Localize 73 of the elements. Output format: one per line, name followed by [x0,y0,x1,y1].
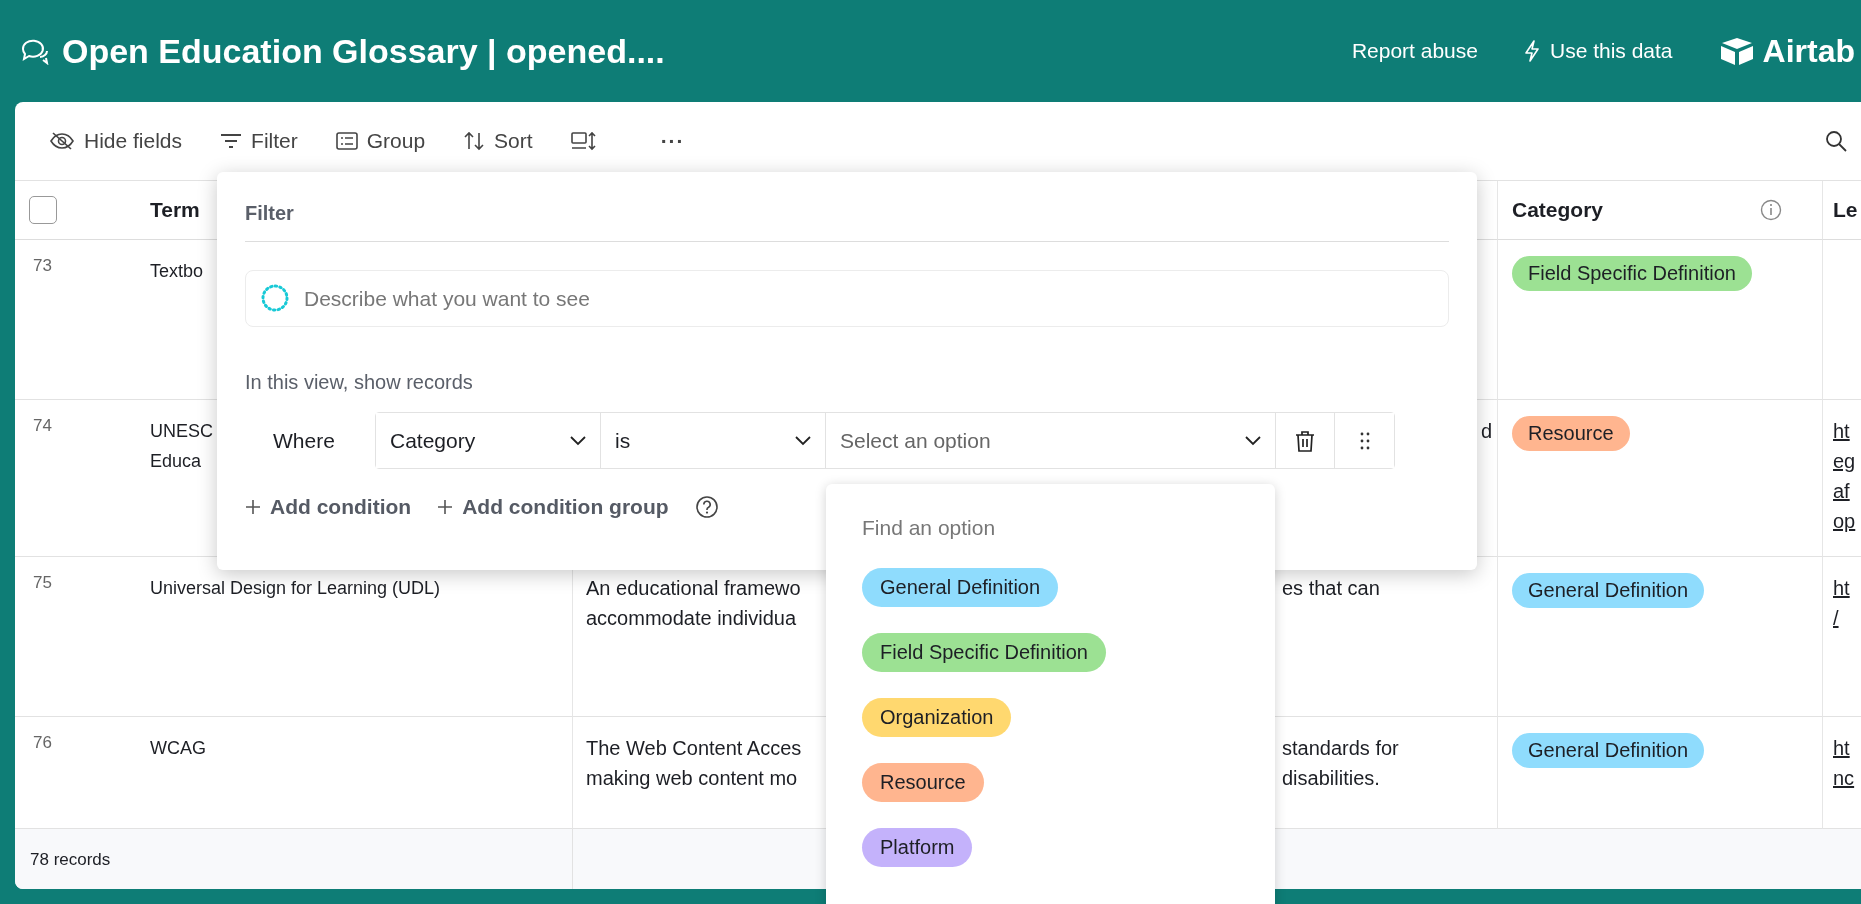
link-text[interactable]: af [1833,476,1850,506]
description-text: disabilities. [1282,766,1381,791]
link-text[interactable]: nc [1833,763,1855,793]
filter-description: In this view, show records [245,371,474,394]
column-header[interactable]: Le [1833,198,1858,222]
add-condition-button[interactable]: Add condition [245,495,412,519]
description-text: d [1480,419,1492,444]
description-text: An educational framewo [586,576,802,601]
option-tag[interactable]: General Definition [862,568,1059,607]
where-label: Where [272,428,336,453]
link-text[interactable]: / [1833,603,1839,633]
column-header[interactable]: Category [1512,198,1604,222]
chat-bubbles-icon [20,37,50,65]
option-tag[interactable]: Field Specific Definition [862,633,1106,672]
select-all-checkbox[interactable] [29,196,57,224]
description-text: accommodate individua [586,606,798,631]
eye-slash-icon [49,131,75,151]
trash-icon [1295,429,1315,452]
toolbar-button[interactable]: Group [327,123,434,159]
toolbar-button[interactable]: Sort [455,123,541,159]
term-text: Textbo [150,260,204,283]
description-text: standards for [1282,736,1399,761]
box-logo-icon [1718,36,1755,66]
term-text: Educa [150,450,202,473]
record-count: 78 records [30,849,111,870]
header-link[interactable]: Use this data [1523,39,1673,63]
field-select[interactable]: Category [376,413,601,468]
plus-icon [437,499,454,515]
more-button[interactable]: ··· [652,123,693,159]
search-icon[interactable] [1825,130,1847,152]
chevron-down-icon [1245,435,1261,446]
list-icon [335,132,358,150]
chevron-down-icon [570,435,586,446]
term-text: UNESC [150,420,213,443]
link-text[interactable]: op [1833,506,1856,536]
lightning-icon [1523,40,1540,62]
ai-filter-input[interactable]: Describe what you want to see [245,270,1449,327]
add-condition-button[interactable]: Add condition group [437,495,669,519]
row-number: 74 [33,416,52,436]
term-text: Universal Design for Learning (UDL) [150,577,441,600]
column-header[interactable]: Term [150,198,200,222]
term-text: WCAG [150,737,206,760]
category-tag: General Definition [1512,733,1705,768]
toolbar-button[interactable]: Hide fields [41,123,191,159]
description-text: making web content mo [586,766,799,791]
help-icon[interactable] [694,495,719,519]
base-title: Open Education Glossary | opened.... [62,31,665,71]
toolbar-button[interactable]: Filter [212,123,306,159]
category-tag: General Definition [1512,573,1705,608]
row-number: 75 [33,573,52,593]
header-link[interactable]: Report abuse [1351,39,1478,63]
drag-dots-icon [1359,431,1370,450]
option-tag[interactable]: Platform [862,828,973,867]
chevron-down-icon [795,435,811,446]
link-text[interactable]: ht [1833,733,1850,763]
row-height-icon [570,131,597,151]
brand-name[interactable]: Airtab [1762,32,1855,70]
option-tag[interactable]: Organization [862,698,1012,737]
link-text[interactable]: eg [1833,446,1856,476]
sort-icon [463,131,486,151]
link-text[interactable]: ht [1833,416,1850,446]
row-number: 73 [33,256,52,276]
description-text: The Web Content Acces [586,736,803,761]
link-text[interactable]: ht [1833,573,1850,603]
category-tag: Field Specific Definition [1512,256,1752,291]
filter-icon [220,133,243,149]
info-icon[interactable] [1760,199,1782,221]
description-text: es that can [1282,576,1380,601]
row-number: 76 [33,733,52,753]
plus-icon [245,499,261,515]
option-tag[interactable]: Resource [862,763,984,802]
category-tag: Resource [1512,416,1630,451]
popover-title: Filter [245,202,295,225]
